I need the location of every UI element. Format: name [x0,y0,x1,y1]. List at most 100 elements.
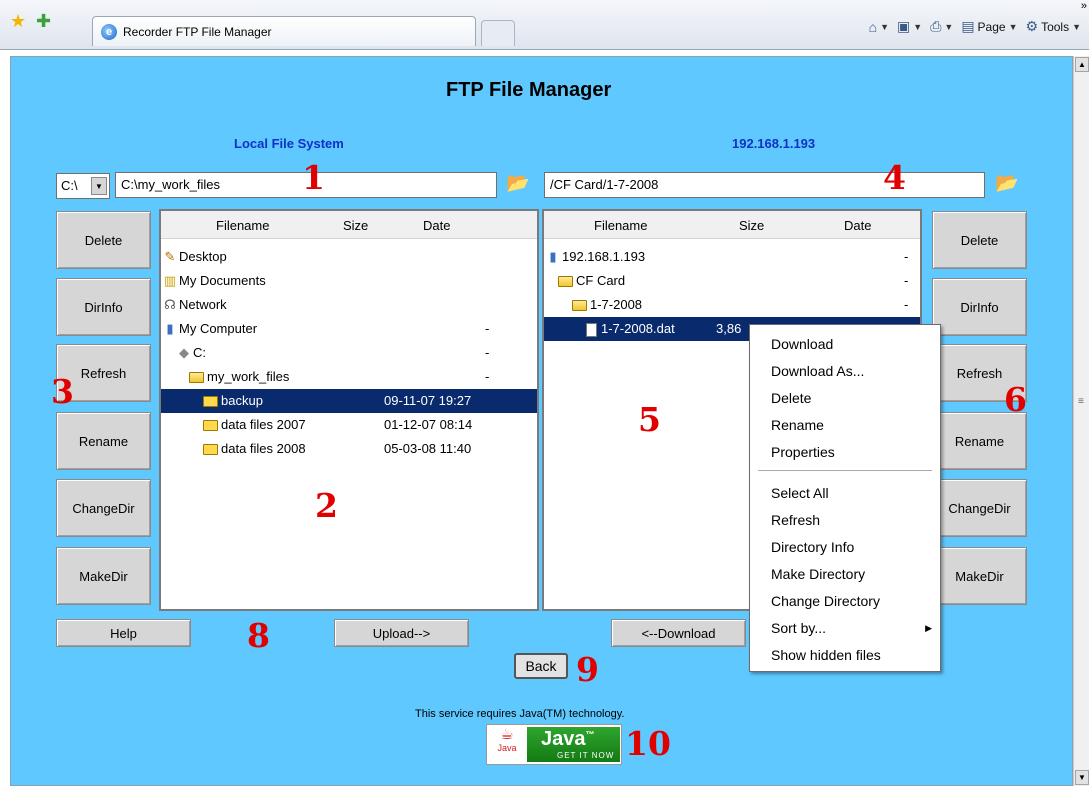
list-item[interactable]: data files 2007 01-12-07 08:14 [161,413,537,437]
list-item[interactable]: ▥ My Documents [161,269,537,293]
page-menu[interactable]: ▤ Page ▼ [961,18,1017,35]
java-get-it-now-link[interactable]: ☕ Java Java™ GET IT NOW [486,724,622,765]
print-button[interactable]: ⎙ ▼ [930,18,953,35]
help-button[interactable]: Help [56,619,191,647]
scroll-up-icon[interactable]: ▲ [1075,57,1089,72]
local-panel-header: Filename Size Date [161,211,537,239]
home-icon: ⌂ [868,18,878,35]
remote-rename-button[interactable]: Rename [932,412,1027,470]
callout-4: 4 [883,158,906,197]
menu-item-change-directory[interactable]: Change Directory [771,593,880,609]
callout-8: 8 [247,616,270,655]
list-item-selected[interactable]: backup 09-11-07 19:27 [161,389,537,413]
remote-panel-header: Filename Size Date [544,211,920,239]
documents-icon: ▥ [163,273,177,288]
menu-item-download[interactable]: Download [771,336,833,352]
scroll-down-icon[interactable]: ▼ [1075,770,1089,785]
ie-icon: e [101,23,117,40]
menu-item-make-directory[interactable]: Make Directory [771,566,865,582]
callout-9: 9 [576,650,599,689]
local-dirinfo-button[interactable]: DirInfo [56,278,151,336]
list-item[interactable]: 1-7-2008 - [544,293,920,317]
list-item[interactable]: data files 2008 05-03-08 11:40 [161,437,537,461]
open-folder-icon [572,300,587,312]
callout-5: 5 [638,400,661,439]
list-item[interactable]: ✎ Desktop [161,245,537,269]
remote-delete-button[interactable]: Delete [932,211,1027,269]
list-item[interactable]: ▮ 192.168.1.193 - [544,245,920,269]
remote-dirinfo-button[interactable]: DirInfo [932,278,1027,336]
tools-menu[interactable]: ⚙ Tools ▼ [1026,18,1082,35]
column-header-size[interactable]: Size [343,218,368,233]
folder-icon [203,396,218,408]
local-delete-button[interactable]: Delete [56,211,151,269]
menu-item-show-hidden[interactable]: Show hidden files [771,647,881,663]
vertical-scrollbar[interactable]: ▲ ≡ ▼ [1073,56,1089,786]
menu-item-select-all[interactable]: Select All [771,485,829,501]
remote-changedir-button[interactable]: ChangeDir [932,479,1027,537]
list-item[interactable]: CF Card - [544,269,920,293]
local-rename-button[interactable]: Rename [56,412,151,470]
drive-select[interactable]: C:\ ▼ [56,173,110,199]
list-item[interactable]: ▮ My Computer - [161,317,537,341]
local-makedir-button[interactable]: MakeDir [56,547,151,605]
page-title: FTP File Manager [446,79,612,101]
menu-item-rename[interactable]: Rename [771,417,824,433]
favorites-star-icon[interactable]: ★ [10,12,26,30]
menu-item-refresh[interactable]: Refresh [771,512,820,528]
list-item[interactable]: ◆ C: - [161,341,537,365]
menu-item-properties[interactable]: Properties [771,444,835,460]
column-header-date[interactable]: Date [423,218,450,233]
remote-path-input[interactable]: /CF Card/1-7-2008 [544,172,985,198]
open-folder-icon [189,372,204,384]
browser-chrome: ★ ✚ e Recorder FTP File Manager ⌂ ▼ ▣ ▼ ⎙ ▼… [0,0,1089,50]
download-button[interactable]: <--Download [611,619,746,647]
computer-icon: ▮ [166,321,174,336]
tab-title: Recorder FTP File Manager [123,24,272,39]
network-icon: ☊ [164,297,176,312]
back-button[interactable]: Back [514,653,568,679]
open-folder-icon [558,276,573,288]
menu-item-directory-info[interactable]: Directory Info [771,539,854,555]
home-button[interactable]: ⌂ ▼ [869,19,889,35]
remote-section-title: 192.168.1.193 [732,136,816,151]
menu-item-delete[interactable]: Delete [771,390,811,406]
menu-separator [758,470,932,471]
local-file-panel[interactable]: Filename Size Date ✎ Desktop ▥ My Document… [159,209,539,611]
page-icon: ▤ [961,18,975,34]
column-header-size[interactable]: Size [739,218,764,233]
chevron-down-icon[interactable]: ▼ [91,177,107,195]
callout-3: 3 [51,372,74,411]
list-item[interactable]: my_work_files - [161,365,537,389]
add-favorites-icon[interactable]: ✚ [36,12,51,30]
column-header-date[interactable]: Date [844,218,871,233]
browser-tab[interactable]: e Recorder FTP File Manager [92,16,476,46]
remote-makedir-button[interactable]: MakeDir [932,547,1027,605]
local-changedir-button[interactable]: ChangeDir [56,479,151,537]
feeds-button[interactable]: ▣ ▼ [897,18,922,35]
java-badge: Java™ GET IT NOW [527,727,620,762]
up-folder-icon[interactable]: 📂 [505,173,531,197]
new-tab-button[interactable] [481,20,515,46]
callout-10: 10 [625,724,671,763]
upload-button[interactable]: Upload--> [334,619,469,647]
callout-2: 2 [315,486,338,525]
menu-item-download-as[interactable]: Download As... [771,363,864,379]
column-header-filename[interactable]: Filename [216,218,269,233]
java-notice: This service requires Java(TM) technolog… [415,708,625,720]
list-item[interactable]: ☊ Network [161,293,537,317]
java-cup-icon: ☕ Java [487,725,527,764]
chevron-more-icon[interactable]: » [1081,0,1087,12]
command-bar: ⌂ ▼ ▣ ▼ ⎙ ▼ ▤ Page ▼ ⚙ Tools ▼ [869,18,1081,35]
submenu-arrow-icon: ▶ [925,623,932,633]
context-menu: Download Download As... Delete Rename Pr… [749,324,941,672]
remote-up-folder-icon[interactable]: 📂 [994,173,1020,197]
printer-icon: ⎙ [930,18,942,34]
menu-item-sort-by[interactable]: Sort by... [771,620,826,636]
callout-1: 1 [302,158,325,197]
column-header-filename[interactable]: Filename [594,218,647,233]
callout-6: 6 [1004,380,1027,419]
page-content: FTP File Manager Local File System 192.1… [10,56,1073,786]
gear-icon: ⚙ [1025,18,1039,34]
local-section-title: Local File System [234,136,344,151]
